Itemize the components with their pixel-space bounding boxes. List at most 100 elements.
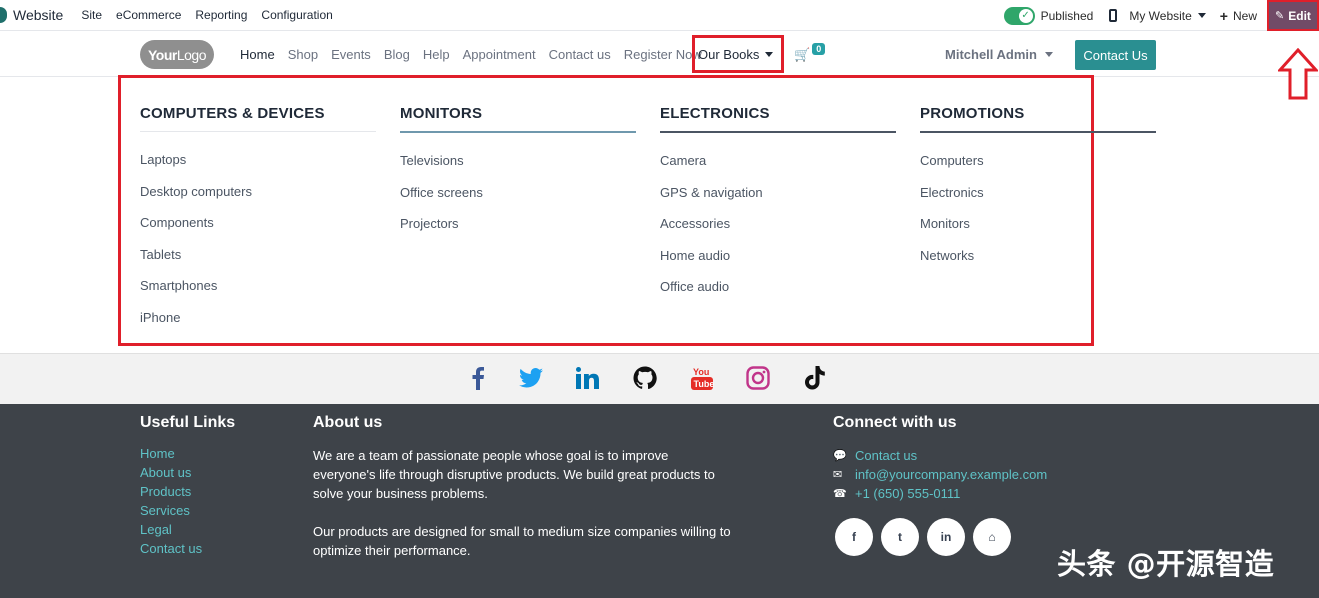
nav-home[interactable]: Home: [240, 47, 275, 62]
github-icon[interactable]: [632, 365, 658, 391]
user-name: Mitchell Admin: [945, 47, 1037, 62]
youtube-icon[interactable]: You Tube: [689, 365, 715, 391]
cart-count-badge: 0: [812, 43, 826, 55]
app-name: Website: [13, 7, 64, 23]
plus-icon: +: [1219, 7, 1228, 24]
megamenu-item[interactable]: Laptops: [140, 152, 376, 184]
site-header: Your Logo Home Shop Events Blog Help Appo…: [0, 31, 1319, 77]
megamenu-item[interactable]: Accessories: [660, 216, 896, 248]
cart-link[interactable]: 🛒 0: [794, 43, 826, 63]
footer-heading: About us: [313, 414, 383, 431]
twitter-icon[interactable]: t: [881, 518, 919, 556]
tiktok-icon[interactable]: [802, 365, 828, 391]
footer-useful-links: Useful Links Home About us Products Serv…: [140, 414, 235, 560]
svg-text:Tube: Tube: [694, 379, 715, 389]
nav-appointment[interactable]: Appointment: [463, 47, 536, 62]
megamenu-item[interactable]: Camera: [660, 153, 896, 185]
megamenu-heading: MONITORS: [400, 105, 636, 133]
website-switcher[interactable]: My Website: [1129, 8, 1206, 23]
footer-link-home[interactable]: Home: [140, 446, 235, 465]
home-icon[interactable]: ⌂: [973, 518, 1011, 556]
megamenu-item[interactable]: iPhone: [140, 310, 376, 342]
published-label: Published: [1040, 8, 1094, 23]
cart-icon: 🛒: [794, 47, 811, 62]
logo-text-light: Logo: [176, 46, 207, 63]
megamenu-item[interactable]: Projectors: [400, 216, 636, 248]
megamenu-column-computers: COMPUTERS & DEVICES Laptops Desktop comp…: [140, 105, 376, 341]
app-brand[interactable]: Website: [0, 0, 81, 31]
svg-text:You: You: [693, 367, 709, 377]
footer-about: About us We are a team of passionate peo…: [313, 414, 733, 560]
footer-heading: Useful Links: [140, 414, 236, 431]
phone-link[interactable]: +1 (650) 555-0111: [855, 486, 960, 501]
linkedin-icon[interactable]: in: [927, 518, 965, 556]
twitter-icon[interactable]: [518, 365, 544, 391]
contact-us-button[interactable]: Contact Us: [1075, 40, 1156, 70]
chevron-down-icon: [1044, 52, 1053, 57]
odoo-admin-bar: Website Site eCommerce Reporting Configu…: [0, 0, 1319, 31]
nav-contact-us[interactable]: Contact us: [549, 47, 611, 62]
megamenu-item[interactable]: Office audio: [660, 279, 896, 311]
check-icon: ✓: [1018, 8, 1033, 23]
pencil-icon: ✎: [1275, 10, 1285, 22]
nav-our-books-dropdown[interactable]: Our Books: [692, 35, 784, 73]
megamenu-item[interactable]: Components: [140, 215, 376, 247]
new-button-label: New: [1232, 8, 1257, 23]
about-paragraph: We are a team of passionate people whose…: [313, 448, 715, 501]
megamenu-heading: COMPUTERS & DEVICES: [140, 105, 376, 132]
menu-configuration[interactable]: Configuration: [261, 8, 332, 22]
up-arrow-annotation-icon: [1278, 48, 1318, 100]
megamenu-item[interactable]: Home audio: [660, 248, 896, 280]
footer-link-legal[interactable]: Legal: [140, 522, 235, 541]
footer-link-about[interactable]: About us: [140, 465, 235, 484]
megamenu-item[interactable]: Networks: [920, 248, 1156, 280]
footer-link-services[interactable]: Services: [140, 503, 235, 522]
social-media-bar: You Tube: [0, 353, 1319, 404]
megamenu-item[interactable]: Electronics: [920, 185, 1156, 217]
footer-social-circles: f t in ⌂: [835, 518, 1019, 556]
nav-help[interactable]: Help: [423, 47, 450, 62]
menu-reporting[interactable]: Reporting: [195, 8, 247, 22]
our-books-mega-menu: COMPUTERS & DEVICES Laptops Desktop comp…: [118, 75, 1156, 346]
website-switcher-label: My Website: [1129, 8, 1192, 23]
nav-register-now[interactable]: Register Now: [624, 47, 702, 62]
new-button[interactable]: + New: [1220, 8, 1257, 24]
megamenu-item[interactable]: Computers: [920, 153, 1156, 185]
contact-row[interactable]: 💬 Contact us: [833, 446, 1047, 465]
nav-shop[interactable]: Shop: [288, 47, 318, 62]
footer-link-contact[interactable]: Contact us: [140, 541, 235, 560]
instagram-icon[interactable]: [745, 365, 771, 391]
menu-ecommerce[interactable]: eCommerce: [116, 8, 181, 22]
nav-blog[interactable]: Blog: [384, 47, 410, 62]
nav-events[interactable]: Events: [331, 47, 371, 62]
edit-button[interactable]: ✎ Edit: [1267, 0, 1319, 31]
mobile-preview-icon[interactable]: [1109, 9, 1118, 22]
megamenu-item[interactable]: Tablets: [140, 247, 376, 279]
main-nav: Home Shop Events Blog Help Appointment C…: [240, 31, 715, 77]
app-menu-icon[interactable]: [0, 7, 7, 23]
facebook-icon[interactable]: f: [835, 518, 873, 556]
facebook-icon[interactable]: [465, 365, 491, 391]
megamenu-item[interactable]: GPS & navigation: [660, 185, 896, 217]
contact-us-link[interactable]: Contact us: [855, 448, 917, 463]
megamenu-heading: ELECTRONICS: [660, 105, 896, 133]
megamenu-item[interactable]: Televisions: [400, 153, 636, 185]
megamenu-heading: PROMOTIONS: [920, 105, 1156, 133]
linkedin-icon[interactable]: [575, 365, 601, 391]
phone-row[interactable]: ☎ +1 (650) 555-0111: [833, 484, 1047, 503]
phone-icon: ☎: [833, 488, 847, 500]
menu-site[interactable]: Site: [81, 8, 102, 22]
megamenu-item[interactable]: Smartphones: [140, 278, 376, 310]
logo-text-bold: Your: [147, 46, 177, 63]
email-link[interactable]: info@yourcompany.example.com: [855, 467, 1047, 482]
email-row[interactable]: ✉ info@yourcompany.example.com: [833, 465, 1047, 484]
published-toggle[interactable]: ✓: [1003, 6, 1035, 25]
edit-button-label: Edit: [1288, 8, 1311, 23]
user-menu[interactable]: Mitchell Admin: [945, 47, 1053, 62]
footer-link-products[interactable]: Products: [140, 484, 235, 503]
megamenu-item[interactable]: Desktop computers: [140, 184, 376, 216]
megamenu-column-monitors: MONITORS Televisions Office screens Proj…: [400, 105, 636, 248]
site-logo[interactable]: Your Logo: [140, 40, 214, 69]
megamenu-item[interactable]: Monitors: [920, 216, 1156, 248]
megamenu-item[interactable]: Office screens: [400, 185, 636, 217]
